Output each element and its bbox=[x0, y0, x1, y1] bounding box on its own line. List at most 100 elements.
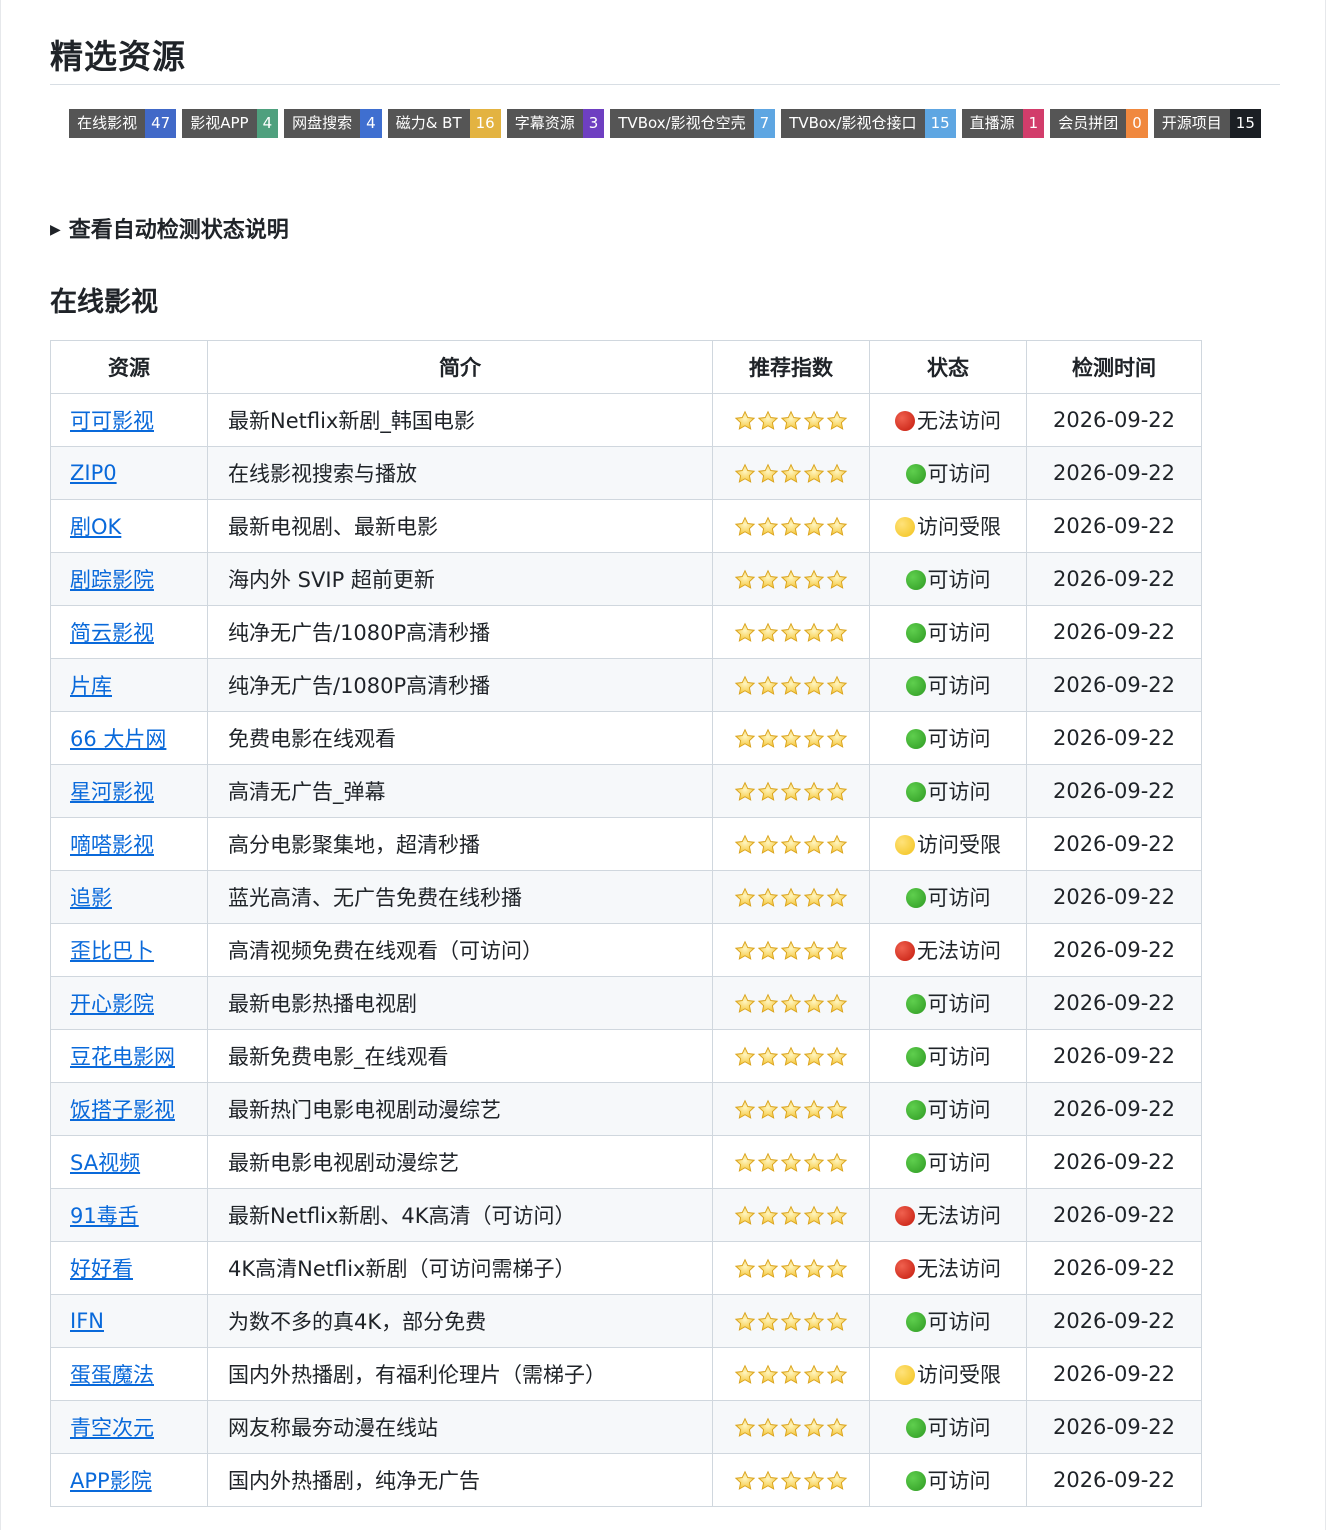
star-icon bbox=[734, 1364, 756, 1384]
status-text: 可访问 bbox=[927, 568, 991, 592]
resource-link[interactable]: 追影 bbox=[70, 886, 112, 910]
rating-cell bbox=[712, 923, 870, 977]
table-row: SA视频 最新电影电视剧动漫综艺 可访问 2026-09-22 bbox=[50, 1135, 1202, 1189]
star-icon bbox=[780, 569, 802, 589]
star-icon bbox=[803, 1046, 825, 1066]
star-icon bbox=[780, 675, 802, 695]
resource-link[interactable]: 饭搭子影视 bbox=[70, 1098, 175, 1122]
check-date-cell: 2026-09-22 bbox=[1026, 1188, 1202, 1242]
star-rating bbox=[734, 1364, 848, 1386]
resource-cell: 开心影院 bbox=[50, 976, 208, 1030]
rating-cell bbox=[712, 1135, 870, 1189]
star-icon bbox=[826, 834, 848, 854]
table-row: ZIP0 在线影视搜索与播放 可访问 2026-09-22 bbox=[50, 446, 1202, 500]
star-icon bbox=[826, 1152, 848, 1172]
resource-link[interactable]: 剧OK bbox=[70, 515, 121, 539]
resource-cell: IFN bbox=[50, 1294, 208, 1348]
star-rating bbox=[734, 622, 848, 644]
category-badge[interactable]: 在线影视 47 bbox=[69, 109, 177, 138]
resource-link[interactable]: 可可影视 bbox=[70, 409, 154, 433]
star-icon bbox=[780, 1099, 802, 1119]
status-dot-icon bbox=[905, 623, 926, 643]
status-dot-icon bbox=[905, 888, 926, 908]
star-icon bbox=[757, 1099, 779, 1119]
check-date-cell: 2026-09-22 bbox=[1026, 1400, 1202, 1454]
star-icon bbox=[734, 569, 756, 589]
resource-cell: 简云影视 bbox=[50, 605, 208, 659]
star-icon bbox=[826, 1364, 848, 1384]
category-badge[interactable]: TVBox/影视仓空壳 7 bbox=[610, 109, 776, 138]
description-cell: 最新电影电视剧动漫综艺 bbox=[207, 1135, 713, 1189]
badge-count: 1 bbox=[1022, 109, 1045, 138]
star-icon bbox=[803, 834, 825, 854]
star-icon bbox=[803, 887, 825, 907]
star-rating bbox=[734, 1099, 848, 1121]
star-icon bbox=[826, 1470, 848, 1490]
check-date-cell: 2026-09-22 bbox=[1026, 1294, 1202, 1348]
resource-link[interactable]: 豆花电影网 bbox=[70, 1045, 175, 1069]
category-badge[interactable]: 直播源 1 bbox=[961, 109, 1045, 138]
resource-link[interactable]: ZIP0 bbox=[70, 461, 117, 485]
resource-link[interactable]: 剧踪影院 bbox=[70, 568, 154, 592]
status-dot-icon bbox=[905, 464, 926, 484]
star-icon bbox=[803, 1152, 825, 1172]
category-badge[interactable]: 字幕资源 3 bbox=[506, 109, 605, 138]
resource-link[interactable]: 星河影视 bbox=[70, 780, 154, 804]
resource-link[interactable]: 简云影视 bbox=[70, 621, 154, 645]
status-cell: 可访问 bbox=[869, 1135, 1027, 1189]
star-icon bbox=[780, 728, 802, 748]
resource-link[interactable]: 嘀嗒影视 bbox=[70, 833, 154, 857]
resource-link[interactable]: 好好看 bbox=[70, 1257, 133, 1281]
category-badge[interactable]: 网盘搜索 4 bbox=[284, 109, 382, 138]
star-icon bbox=[780, 1258, 802, 1278]
category-badge[interactable]: 会员拼团 0 bbox=[1050, 109, 1148, 138]
star-rating bbox=[734, 940, 848, 962]
description-cell: 最新电视剧、最新电影 bbox=[207, 499, 713, 553]
star-icon bbox=[826, 1258, 848, 1278]
rating-cell bbox=[712, 1029, 870, 1083]
category-badge[interactable]: 影视APP 4 bbox=[182, 109, 279, 138]
rating-cell bbox=[712, 393, 870, 447]
rating-cell bbox=[712, 817, 870, 871]
star-icon bbox=[780, 410, 802, 430]
status-cell: 可访问 bbox=[869, 605, 1027, 659]
resource-link[interactable]: 片库 bbox=[70, 674, 112, 698]
resource-link[interactable]: APP影院 bbox=[70, 1469, 152, 1493]
star-icon bbox=[803, 1099, 825, 1119]
star-icon bbox=[734, 463, 756, 483]
resource-link[interactable]: 66 大片网 bbox=[70, 727, 166, 751]
check-date-cell: 2026-09-22 bbox=[1026, 552, 1202, 606]
status-dot-icon bbox=[905, 1047, 926, 1067]
check-date-cell: 2026-09-22 bbox=[1026, 870, 1202, 924]
star-icon bbox=[803, 993, 825, 1013]
resource-link[interactable]: 歪比巴卜 bbox=[70, 939, 154, 963]
status-cell: 可访问 bbox=[869, 446, 1027, 500]
resource-link[interactable]: 青空次元 bbox=[70, 1416, 154, 1440]
star-icon bbox=[803, 1470, 825, 1490]
resource-link[interactable]: IFN bbox=[70, 1309, 104, 1333]
star-icon bbox=[826, 1099, 848, 1119]
description-cell: 海内外 SVIP 超前更新 bbox=[207, 552, 713, 606]
description-cell: 纯净无广告/1080P高清秒播 bbox=[207, 658, 713, 712]
star-icon bbox=[803, 463, 825, 483]
table-row: 片库 纯净无广告/1080P高清秒播 可访问 2026-09-22 bbox=[50, 658, 1202, 712]
category-badge[interactable]: TVBox/影视仓接口 15 bbox=[781, 109, 956, 138]
rating-cell bbox=[712, 1347, 870, 1401]
check-date-cell: 2026-09-22 bbox=[1026, 976, 1202, 1030]
category-badge[interactable]: 磁力& BT 16 bbox=[387, 109, 501, 138]
resource-link[interactable]: 蛋蛋魔法 bbox=[70, 1363, 154, 1387]
resource-link[interactable]: SA视频 bbox=[70, 1151, 140, 1175]
resource-cell: 66 大片网 bbox=[50, 711, 208, 765]
star-icon bbox=[757, 463, 779, 483]
resource-link[interactable]: 91毒舌 bbox=[70, 1204, 139, 1228]
star-icon bbox=[826, 569, 848, 589]
rating-cell bbox=[712, 499, 870, 553]
star-icon bbox=[757, 887, 779, 907]
status-details-toggle[interactable]: ▶ 查看自动检测状态说明 bbox=[50, 212, 289, 244]
star-icon bbox=[757, 1046, 779, 1066]
category-badge[interactable]: 开源项目 15 bbox=[1153, 109, 1261, 138]
resource-link[interactable]: 开心影院 bbox=[70, 992, 154, 1016]
status-text: 可访问 bbox=[927, 621, 991, 645]
table-row: 开心影院 最新电影热播电视剧 可访问 2026-09-22 bbox=[50, 976, 1202, 1030]
status-cell: 可访问 bbox=[869, 764, 1027, 818]
